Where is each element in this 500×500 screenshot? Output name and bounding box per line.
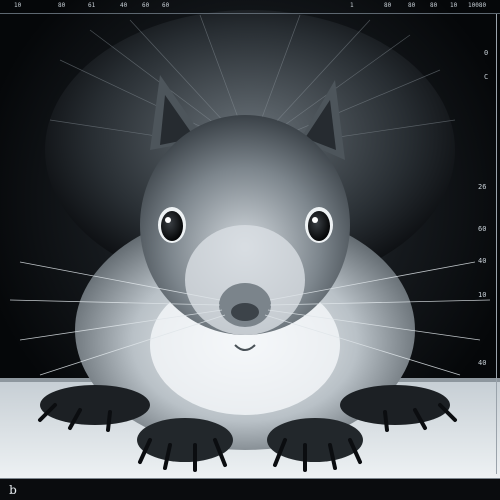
image-frame: 10 80 61 40 60 60 1 80 80 80 10 10080 0 … [0,0,500,500]
bottom-strip: b [0,478,500,500]
logo-icon: b [9,483,17,497]
top-scale-label: 10 [14,2,22,9]
right-scale-label: C [484,73,489,81]
top-scale-label: 60 [162,2,170,9]
top-scale-label: 80 [58,2,66,9]
top-scale-label: 60 [142,2,150,9]
right-scale-label: 10 [478,291,487,299]
top-scale: 10 80 61 40 60 60 1 80 80 80 10 10080 [0,0,500,14]
right-scale-label: 26 [478,183,487,191]
right-scale-label: 0 [484,49,489,57]
top-scale-label: 40 [120,2,128,9]
right-scale-rule [496,14,497,474]
top-scale-label: 80 [408,2,416,9]
top-scale-label: 61 [88,2,96,9]
squirrel-photo [0,0,500,500]
right-scale-label: 40 [478,359,487,367]
top-scale-label: 10 [450,2,458,9]
right-scale-label: 40 [478,257,487,265]
right-scale: 0 C 26 60 40 10 40 [468,0,500,500]
top-scale-label: 1 [350,2,354,9]
top-scale-label: 80 [384,2,392,9]
right-scale-label: 60 [478,225,487,233]
top-scale-label: 80 [430,2,438,9]
